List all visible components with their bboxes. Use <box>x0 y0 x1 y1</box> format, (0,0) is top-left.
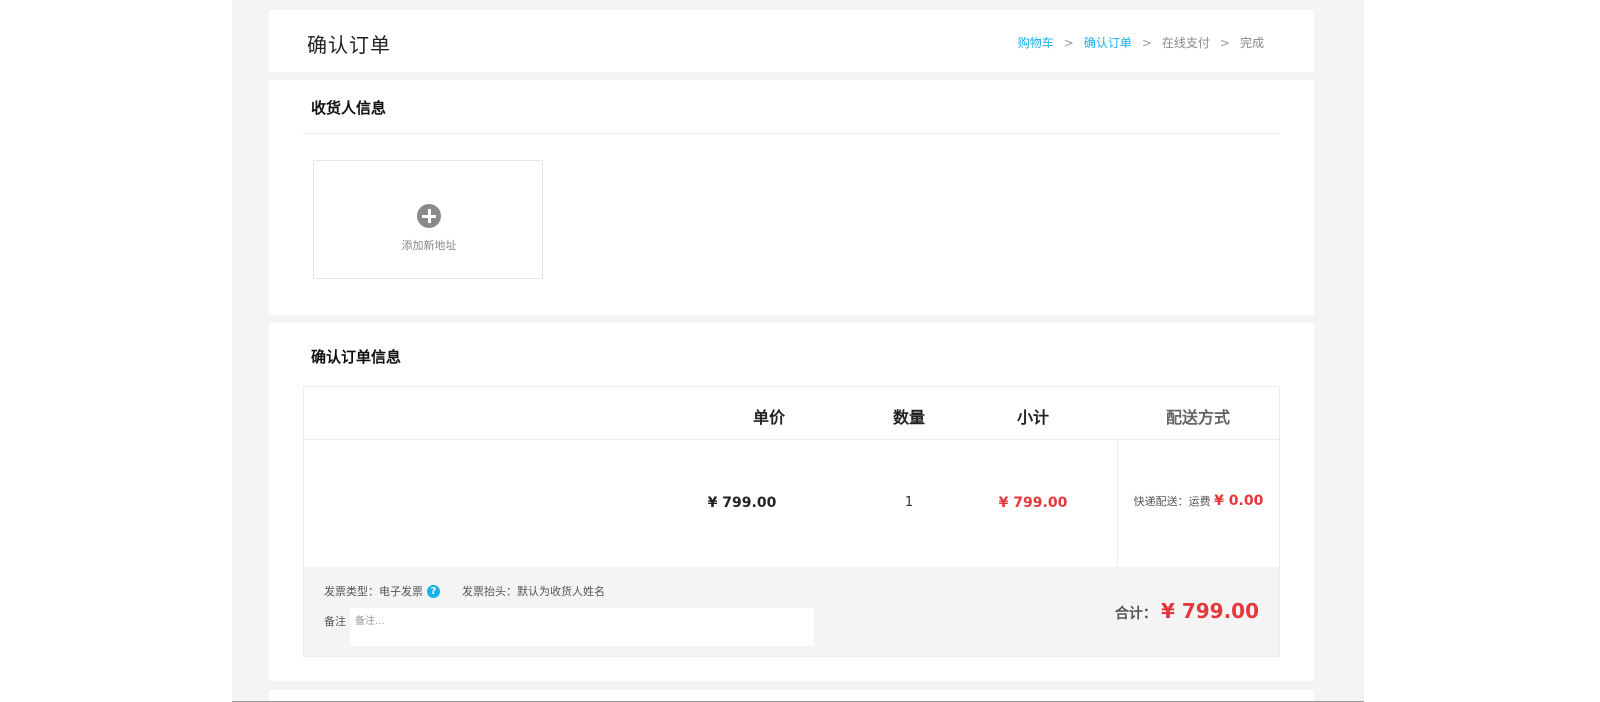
item-quantity: 1 <box>904 495 914 510</box>
order-panel: 确认订单信息 单价 数量 小计 配送方式 ¥ 799.00 1 ¥ 799.00… <box>269 323 1314 681</box>
column-header-quantity: 数量 <box>892 408 925 427</box>
invoice-type: 发票类型：电子发票 <box>324 585 423 598</box>
order-total: 合计： ¥ 799.00 <box>1115 599 1259 623</box>
breadcrumb-online-payment: 在线支付 <box>1161 36 1210 50</box>
add-address-button[interactable]: 添加新地址 <box>313 160 543 279</box>
item-unit-price: ¥ 799.00 <box>707 495 777 511</box>
breadcrumb-complete: 完成 <box>1239 36 1264 50</box>
plus-circle-icon <box>417 204 441 228</box>
breadcrumb-confirm-order: 确认订单 <box>1083 36 1132 50</box>
remark-input[interactable] <box>350 608 814 646</box>
column-header-price: 单价 <box>752 408 785 427</box>
column-header-subtotal: 小计 <box>1016 408 1049 427</box>
breadcrumb-cart[interactable]: 购物车 <box>1018 34 1054 51</box>
consignee-section-title: 收货人信息 <box>311 99 387 117</box>
order-footer: 发票类型：电子发票 ? 发票抬头：默认为收货人姓名 备注 合计： ¥ 799.0… <box>304 567 1279 656</box>
column-header-shipping: 配送方式 <box>1165 408 1230 427</box>
shipping-label: 快递配送：运费 <box>1133 495 1211 508</box>
consignee-panel: 收货人信息 添加新地址 <box>269 80 1314 315</box>
order-table: 单价 数量 小计 配送方式 ¥ 799.00 1 ¥ 799.00 快递配送：运… <box>303 386 1280 657</box>
item-subtotal: ¥ 799.00 <box>998 495 1068 511</box>
table-header: 单价 数量 小计 配送方式 <box>304 387 1279 440</box>
total-value: ¥ 799.00 <box>1160 599 1259 623</box>
shipping-method: 快递配送：运费 ¥ 0.00 <box>1118 493 1279 509</box>
page-title: 确认订单 <box>307 33 391 57</box>
section-divider <box>303 133 1279 134</box>
total-label: 合计： <box>1114 606 1157 622</box>
order-section-title: 确认订单信息 <box>311 348 402 366</box>
header-panel: 确认订单 购物车 > 确认订单 > 在线支付 > 完成 <box>269 10 1314 72</box>
breadcrumb: 购物车 > 确认订单 > 在线支付 > 完成 <box>1018 34 1264 51</box>
remark-label: 备注 <box>324 615 346 628</box>
breadcrumb-separator: > <box>1219 35 1230 50</box>
invoice-info: 发票类型：电子发票 ? 发票抬头：默认为收货人姓名 <box>324 583 605 599</box>
shipping-fee: ¥ 0.00 <box>1214 493 1264 509</box>
breadcrumb-separator: > <box>1063 35 1074 50</box>
invoice-title: 发票抬头：默认为收货人姓名 <box>462 585 605 598</box>
question-help-icon[interactable]: ? <box>427 584 440 598</box>
add-address-label: 添加新地址 <box>401 239 457 252</box>
breadcrumb-separator: > <box>1141 35 1152 50</box>
